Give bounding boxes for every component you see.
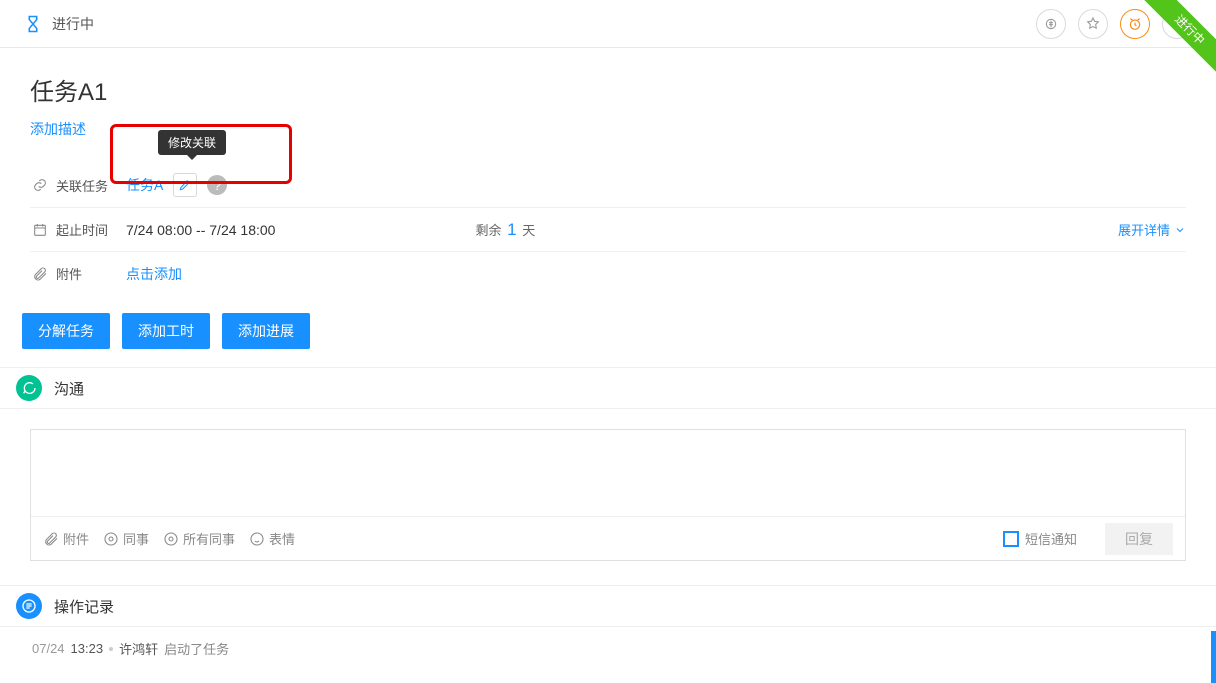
reply-button[interactable]: 回复 <box>1105 523 1173 555</box>
calendar-icon <box>30 222 50 238</box>
help-icon[interactable]: ? <box>207 175 227 195</box>
expand-detail-link[interactable]: 展开详情 <box>1118 220 1186 239</box>
edit-related-tooltip: 修改关联 <box>158 130 226 155</box>
remaining-text: 剩余 1 天 <box>475 220 535 240</box>
communication-header: 沟通 <box>0 367 1216 409</box>
checkbox-icon <box>1003 531 1019 547</box>
log-date: 07/24 <box>32 641 65 656</box>
comment-textarea[interactable] <box>31 430 1185 516</box>
log-icon <box>16 593 42 619</box>
hourglass-icon <box>24 15 42 33</box>
log-time: 13:23 <box>71 641 104 656</box>
time-value: 7/24 08:00 -- 7/24 18:00 <box>126 222 275 238</box>
related-label: 关联任务 <box>56 176 126 195</box>
related-task-link[interactable]: 任务A <box>126 175 163 195</box>
add-progress-button[interactable]: 添加进展 <box>222 313 310 349</box>
add-hours-button[interactable]: 添加工时 <box>122 313 210 349</box>
edit-related-button[interactable] <box>173 173 197 197</box>
paperclip-icon <box>30 266 50 282</box>
add-description-link[interactable]: 添加描述 <box>30 119 86 139</box>
star-icon-button[interactable] <box>1078 9 1108 39</box>
log-action: 启动了任务 <box>164 639 229 658</box>
time-label: 起止时间 <box>56 220 126 239</box>
link-icon <box>30 177 50 193</box>
alarm-icon-button[interactable] <box>1120 9 1150 39</box>
bug-icon-button[interactable] <box>1036 9 1066 39</box>
communication-title: 沟通 <box>54 378 84 399</box>
sms-notify-checkbox[interactable]: 短信通知 <box>1003 529 1077 548</box>
topbar: 进行中 <box>0 0 1216 48</box>
status-label: 进行中 <box>52 14 94 34</box>
toolbar-attachment[interactable]: 附件 <box>43 529 89 548</box>
decompose-task-button[interactable]: 分解任务 <box>22 313 110 349</box>
log-separator-icon <box>109 647 113 651</box>
add-attachment-link[interactable]: 点击添加 <box>126 264 182 284</box>
log-header: 操作记录 <box>0 585 1216 627</box>
toolbar-emoji[interactable]: 表情 <box>249 529 295 548</box>
attachment-label: 附件 <box>56 264 126 283</box>
comment-box: 附件 同事 所有同事 表情 短信通知 回复 <box>30 429 1186 561</box>
toolbar-all-colleagues[interactable]: 所有同事 <box>163 529 235 548</box>
log-title: 操作记录 <box>54 596 114 617</box>
log-user: 许鸿轩 <box>119 639 158 658</box>
task-title: 任务A1 <box>30 72 1186 107</box>
log-entry: 07/24 13:23 许鸿轩 启动了任务 <box>30 639 1186 658</box>
toolbar-colleague[interactable]: 同事 <box>103 529 149 548</box>
scroll-accent <box>1211 631 1216 683</box>
chat-icon <box>16 375 42 401</box>
